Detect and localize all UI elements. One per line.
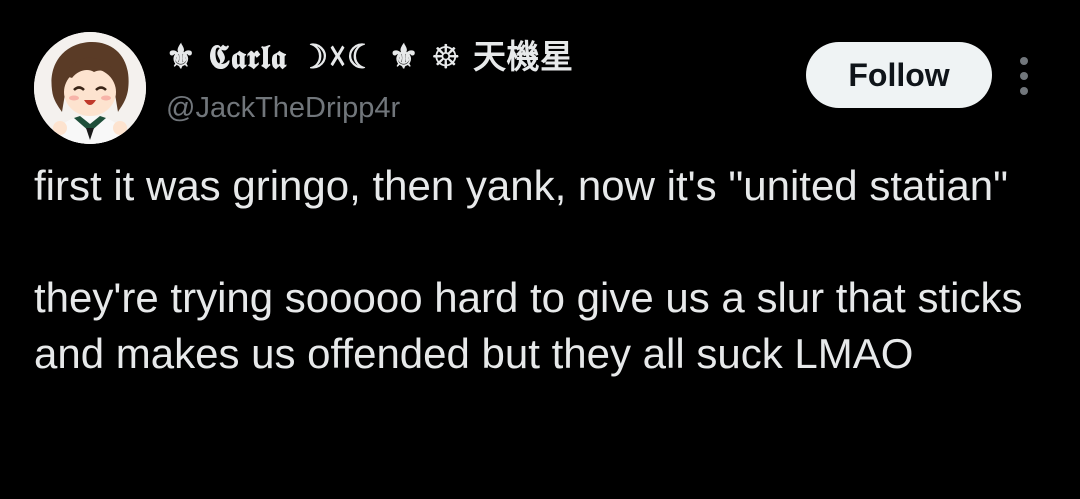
more-dot <box>1020 57 1028 65</box>
author-name-row: ⚜ 𝕮𝖆𝖗𝖑𝖆 ☽☓☾ ⚜ ☸ 天機星 <box>166 32 574 76</box>
tweet-card: ⚜ 𝕮𝖆𝖗𝖑𝖆 ☽☓☾ ⚜ ☸ 天機星 @JackTheDripp4r Foll… <box>0 0 1080 499</box>
tweet-text: first it was gringo, then yank, now it's… <box>34 162 1023 377</box>
more-dot <box>1020 87 1028 95</box>
author-display-name[interactable]: ⚜ 𝕮𝖆𝖗𝖑𝖆 ☽☓☾ ⚜ ☸ 天機星 <box>166 30 574 78</box>
avatar[interactable] <box>34 32 146 144</box>
more-dot <box>1020 72 1028 80</box>
author-handle[interactable]: @JackTheDripp4r <box>166 92 400 125</box>
anime-girl-avatar-icon <box>34 32 146 144</box>
more-vertical-icon[interactable] <box>1008 55 1040 97</box>
follow-button[interactable]: Follow <box>806 42 992 108</box>
